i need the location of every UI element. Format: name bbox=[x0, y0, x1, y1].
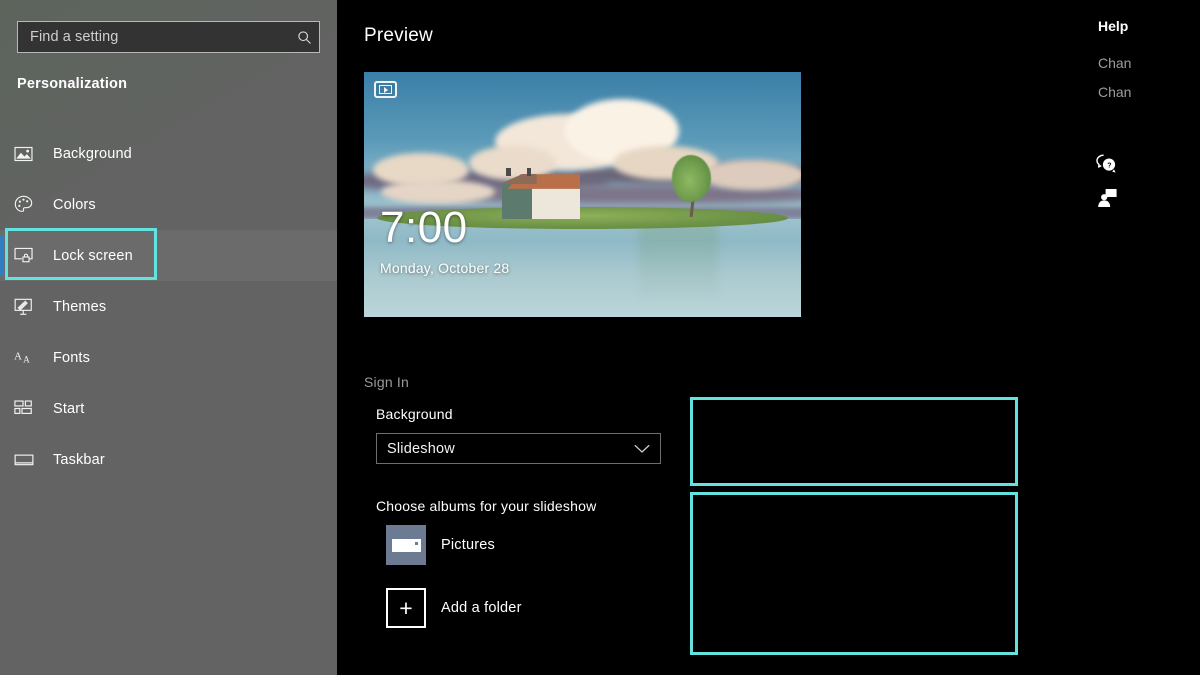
search-input[interactable]: Find a setting bbox=[17, 21, 320, 53]
svg-text:A: A bbox=[14, 350, 22, 362]
signin-section-label: Sign In bbox=[364, 374, 409, 390]
sidebar-item-taskbar[interactable]: Taskbar bbox=[0, 434, 337, 485]
help-rail: Help Chan Chan ? bbox=[1070, 0, 1200, 675]
sidebar-item-start[interactable]: Start bbox=[0, 383, 337, 434]
sidebar-item-label: Colors bbox=[42, 197, 96, 213]
album-item-label: Pictures bbox=[426, 537, 495, 553]
albums-label: Choose albums for your slideshow bbox=[376, 498, 596, 514]
lock-screen-icon bbox=[14, 244, 42, 268]
sidebar-item-label: Start bbox=[42, 401, 84, 417]
album-item-pictures[interactable]: Pictures bbox=[386, 525, 495, 565]
albums-setting-group: Choose albums for your slideshow Picture… bbox=[364, 492, 689, 654]
svg-text:?: ? bbox=[1107, 162, 1111, 169]
highlight-box-albums bbox=[690, 492, 1018, 655]
sidebar-item-themes[interactable]: Themes bbox=[0, 281, 337, 332]
folder-thumbnail-icon bbox=[386, 525, 426, 565]
sidebar-item-label: Themes bbox=[42, 299, 106, 315]
sidebar-item-background[interactable]: Background bbox=[0, 128, 337, 179]
sidebar-item-label: Background bbox=[42, 146, 132, 162]
background-dropdown-value: Slideshow bbox=[387, 441, 634, 457]
plus-icon: + bbox=[386, 588, 426, 628]
sidebar: Find a setting Personalization Back bbox=[0, 0, 337, 675]
start-tiles-icon bbox=[14, 397, 42, 421]
add-folder-button[interactable]: + Add a folder bbox=[386, 588, 522, 628]
lock-screen-preview[interactable]: 7:00 Monday, October 28 bbox=[364, 72, 801, 317]
picture-icon bbox=[14, 142, 42, 166]
slideshow-play-icon bbox=[374, 81, 397, 98]
give-feedback-icon[interactable] bbox=[1095, 186, 1119, 210]
background-setting-group: Background Slideshow bbox=[364, 400, 689, 485]
sidebar-item-colors[interactable]: Colors bbox=[0, 179, 337, 230]
folder-sheet bbox=[392, 539, 421, 552]
help-link[interactable]: Chan bbox=[1098, 55, 1131, 71]
settings-window: Find a setting Personalization Back bbox=[0, 0, 1200, 675]
svg-text:A: A bbox=[23, 354, 30, 364]
sidebar-item-label: Lock screen bbox=[42, 248, 133, 264]
sidebar-nav: Background Colors bbox=[0, 128, 337, 485]
help-link[interactable]: Chan bbox=[1098, 84, 1131, 100]
search-placeholder: Find a setting bbox=[18, 29, 289, 45]
sidebar-item-label: Taskbar bbox=[42, 452, 105, 468]
preview-cloud bbox=[700, 160, 801, 189]
themes-brush-icon bbox=[14, 295, 42, 319]
slideshow-play-inner bbox=[379, 85, 392, 94]
chevron-down-icon[interactable] bbox=[634, 444, 650, 454]
page-title: Preview bbox=[364, 25, 433, 47]
sidebar-item-label: Fonts bbox=[42, 350, 90, 366]
preview-house bbox=[532, 188, 580, 219]
preview-reflection bbox=[639, 224, 718, 302]
taskbar-icon bbox=[14, 448, 42, 472]
play-triangle-icon bbox=[384, 87, 388, 93]
sidebar-item-fonts[interactable]: A A Fonts bbox=[0, 332, 337, 383]
page-section-title: Personalization bbox=[17, 76, 127, 92]
background-dropdown[interactable]: Slideshow bbox=[376, 433, 661, 464]
fonts-aa-icon: A A bbox=[14, 346, 42, 370]
palette-icon bbox=[14, 193, 42, 217]
sidebar-item-lock-screen[interactable]: Lock screen bbox=[0, 230, 337, 281]
preview-cloud bbox=[381, 180, 495, 205]
help-title: Help bbox=[1098, 18, 1128, 34]
search-icon[interactable] bbox=[289, 30, 319, 45]
preview-date: Monday, October 28 bbox=[380, 260, 509, 276]
preview-clock: 7:00 bbox=[380, 206, 468, 250]
preview-chimney bbox=[506, 168, 511, 176]
highlight-box-background bbox=[690, 397, 1018, 486]
preview-chimney bbox=[527, 168, 532, 176]
get-help-icon[interactable]: ? bbox=[1095, 152, 1119, 176]
add-folder-label: Add a folder bbox=[426, 600, 522, 616]
background-label: Background bbox=[376, 406, 453, 422]
